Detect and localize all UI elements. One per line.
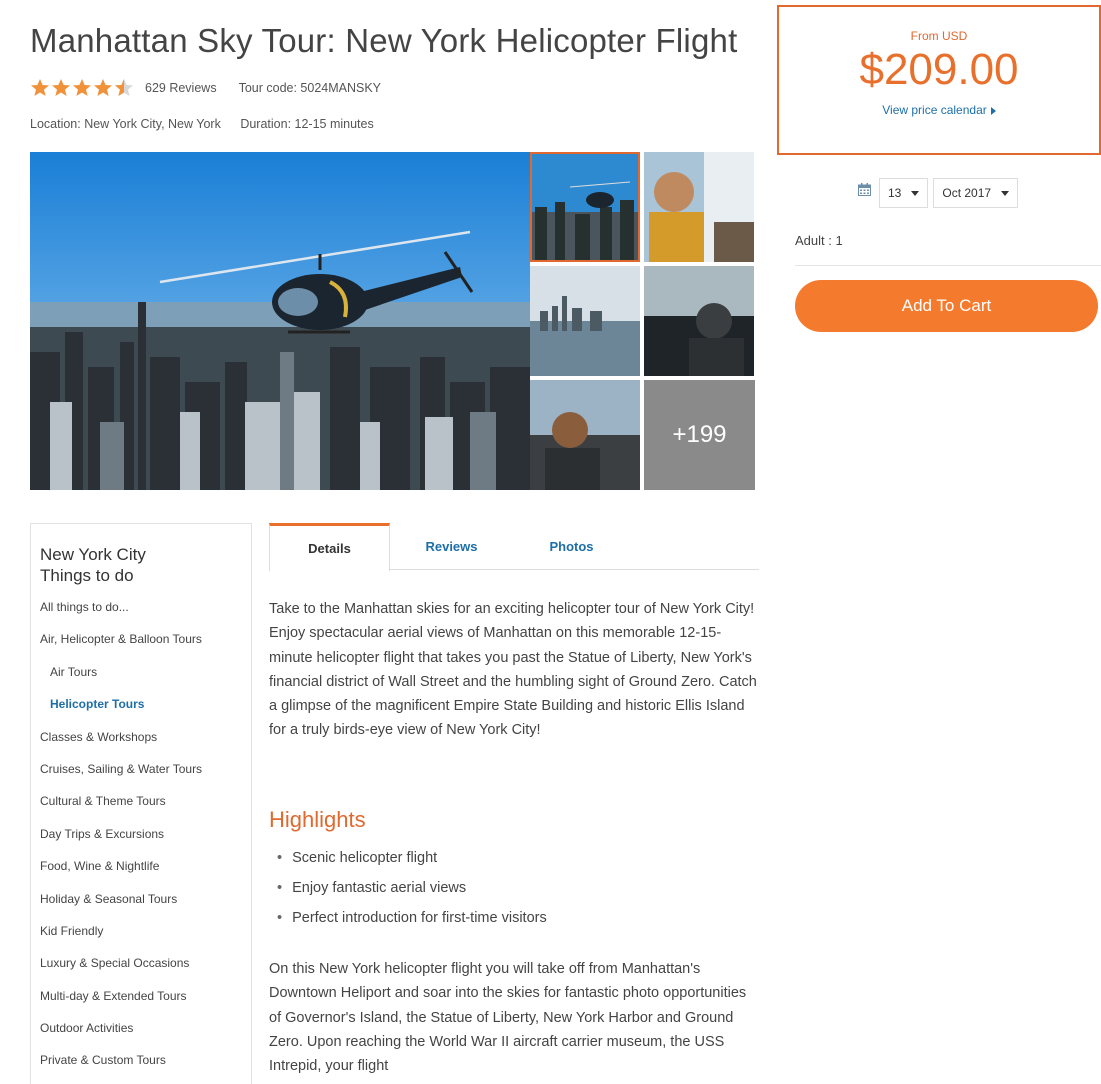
caret-right-icon: [990, 106, 996, 115]
list-item: Perfect introduction for first-time visi…: [277, 906, 547, 936]
sidebar-item-private-custom[interactable]: Private & Custom Tours: [40, 1053, 251, 1084]
chevron-down-icon: [911, 190, 920, 196]
add-to-cart-button[interactable]: Add To Cart: [795, 280, 1098, 332]
rating-row: 629 Reviews Tour code: 5024MANSKY: [30, 78, 381, 98]
sidebar-item-cultural-theme[interactable]: Cultural & Theme Tours: [40, 794, 251, 826]
sidebar-item-luxury[interactable]: Luxury & Special Occasions: [40, 956, 251, 988]
sidebar-item-classes-workshops[interactable]: Classes & Workshops: [40, 730, 251, 762]
page-title: Manhattan Sky Tour: New York Helicopter …: [30, 22, 738, 59]
duration: Duration: 12-15 minutes: [240, 117, 374, 131]
detail-tabs: Details Reviews Photos: [269, 523, 759, 571]
divider: [795, 265, 1101, 266]
price-calendar-link[interactable]: View price calendar: [779, 103, 1099, 117]
more-photos-count: +199: [672, 421, 727, 448]
tab-photos[interactable]: Photos: [524, 523, 619, 570]
reviews-count[interactable]: 629 Reviews: [145, 81, 217, 95]
tab-reviews[interactable]: Reviews: [399, 523, 504, 570]
month-select-value: Oct 2017: [942, 186, 992, 200]
tour-description: Take to the Manhattan skies for an excit…: [269, 601, 757, 739]
star-full-icon: [51, 78, 71, 98]
star-rating[interactable]: [30, 78, 135, 98]
tour-description-continued: On this New York helicopter flight you w…: [269, 961, 747, 1075]
sidebar-item-outdoor[interactable]: Outdoor Activities: [40, 1021, 251, 1053]
thumbnail-passenger[interactable]: [644, 152, 754, 262]
product-page: Manhattan Sky Tour: New York Helicopter …: [0, 0, 1101, 1084]
more-photos-tile[interactable]: +199: [644, 380, 755, 490]
month-select[interactable]: Oct 2017: [933, 178, 1019, 208]
photo-gallery: +199: [30, 152, 755, 490]
price-box: From USD $209.00 View price calendar: [777, 5, 1101, 155]
location: Location: New York City, New York: [30, 117, 221, 131]
star-full-icon: [30, 78, 50, 98]
things-to-do-sidebar: New York City Things to do All things to…: [30, 523, 252, 1084]
thumbnail-pilot[interactable]: [644, 266, 754, 376]
thumbnail-helicopter[interactable]: [530, 152, 640, 262]
sidebar-item-day-trips[interactable]: Day Trips & Excursions: [40, 827, 251, 859]
tour-code: Tour code: 5024MANSKY: [238, 81, 382, 95]
highlights-heading: Highlights: [269, 807, 366, 832]
sidebar-item-all[interactable]: All things to do...: [40, 600, 251, 632]
sidebar-title: New York City Things to do: [40, 545, 146, 585]
calendar-icon[interactable]: [858, 182, 871, 196]
thumbnail-pilot-portrait[interactable]: [530, 380, 640, 490]
price-currency-label: From USD: [910, 29, 968, 43]
list-item: Scenic helicopter flight: [277, 846, 547, 876]
sidebar-item-holiday[interactable]: Holiday & Seasonal Tours: [40, 892, 251, 924]
sidebar-item-food-wine[interactable]: Food, Wine & Nightlife: [40, 859, 251, 891]
add-to-cart-label: Add To Cart: [901, 296, 992, 315]
tab-reviews-label: Reviews: [425, 539, 478, 554]
day-select-value: 13: [888, 186, 902, 200]
star-full-icon: [93, 78, 113, 98]
sidebar-item-air-helicopter-balloon[interactable]: Air, Helicopter & Balloon Tours: [40, 632, 251, 664]
star-half-icon: [114, 78, 134, 98]
sidebar-item-cruises[interactable]: Cruises, Sailing & Water Tours: [40, 762, 251, 794]
price-value: $209.00: [859, 45, 1019, 94]
sidebar-item-multi-day[interactable]: Multi-day & Extended Tours: [40, 989, 251, 1021]
main-photo[interactable]: [30, 152, 530, 490]
star-full-icon: [72, 78, 92, 98]
category-list: All things to do... Air, Helicopter & Ba…: [40, 600, 251, 1084]
adult-count[interactable]: Adult : 1: [795, 233, 843, 248]
highlights-list: Scenic helicopter flight Enjoy fantastic…: [277, 846, 547, 936]
price-calendar-link-label: View price calendar: [882, 103, 987, 117]
thumbnail-skyline[interactable]: [530, 266, 640, 376]
meta-row: Location: New York City, New York Durati…: [30, 117, 374, 131]
day-select[interactable]: 13: [879, 178, 929, 208]
tab-details-label: Details: [308, 541, 351, 556]
chevron-down-icon: [1001, 190, 1010, 196]
date-picker-row: 13 Oct 2017: [858, 178, 1023, 208]
sidebar-item-kid-friendly[interactable]: Kid Friendly: [40, 924, 251, 956]
tab-photos-label: Photos: [549, 539, 594, 554]
tab-details[interactable]: Details: [269, 523, 390, 571]
sidebar-item-helicopter-tours[interactable]: Helicopter Tours: [40, 697, 251, 729]
list-item: Enjoy fantastic aerial views: [277, 876, 547, 906]
sidebar-item-air-tours[interactable]: Air Tours: [40, 665, 251, 697]
